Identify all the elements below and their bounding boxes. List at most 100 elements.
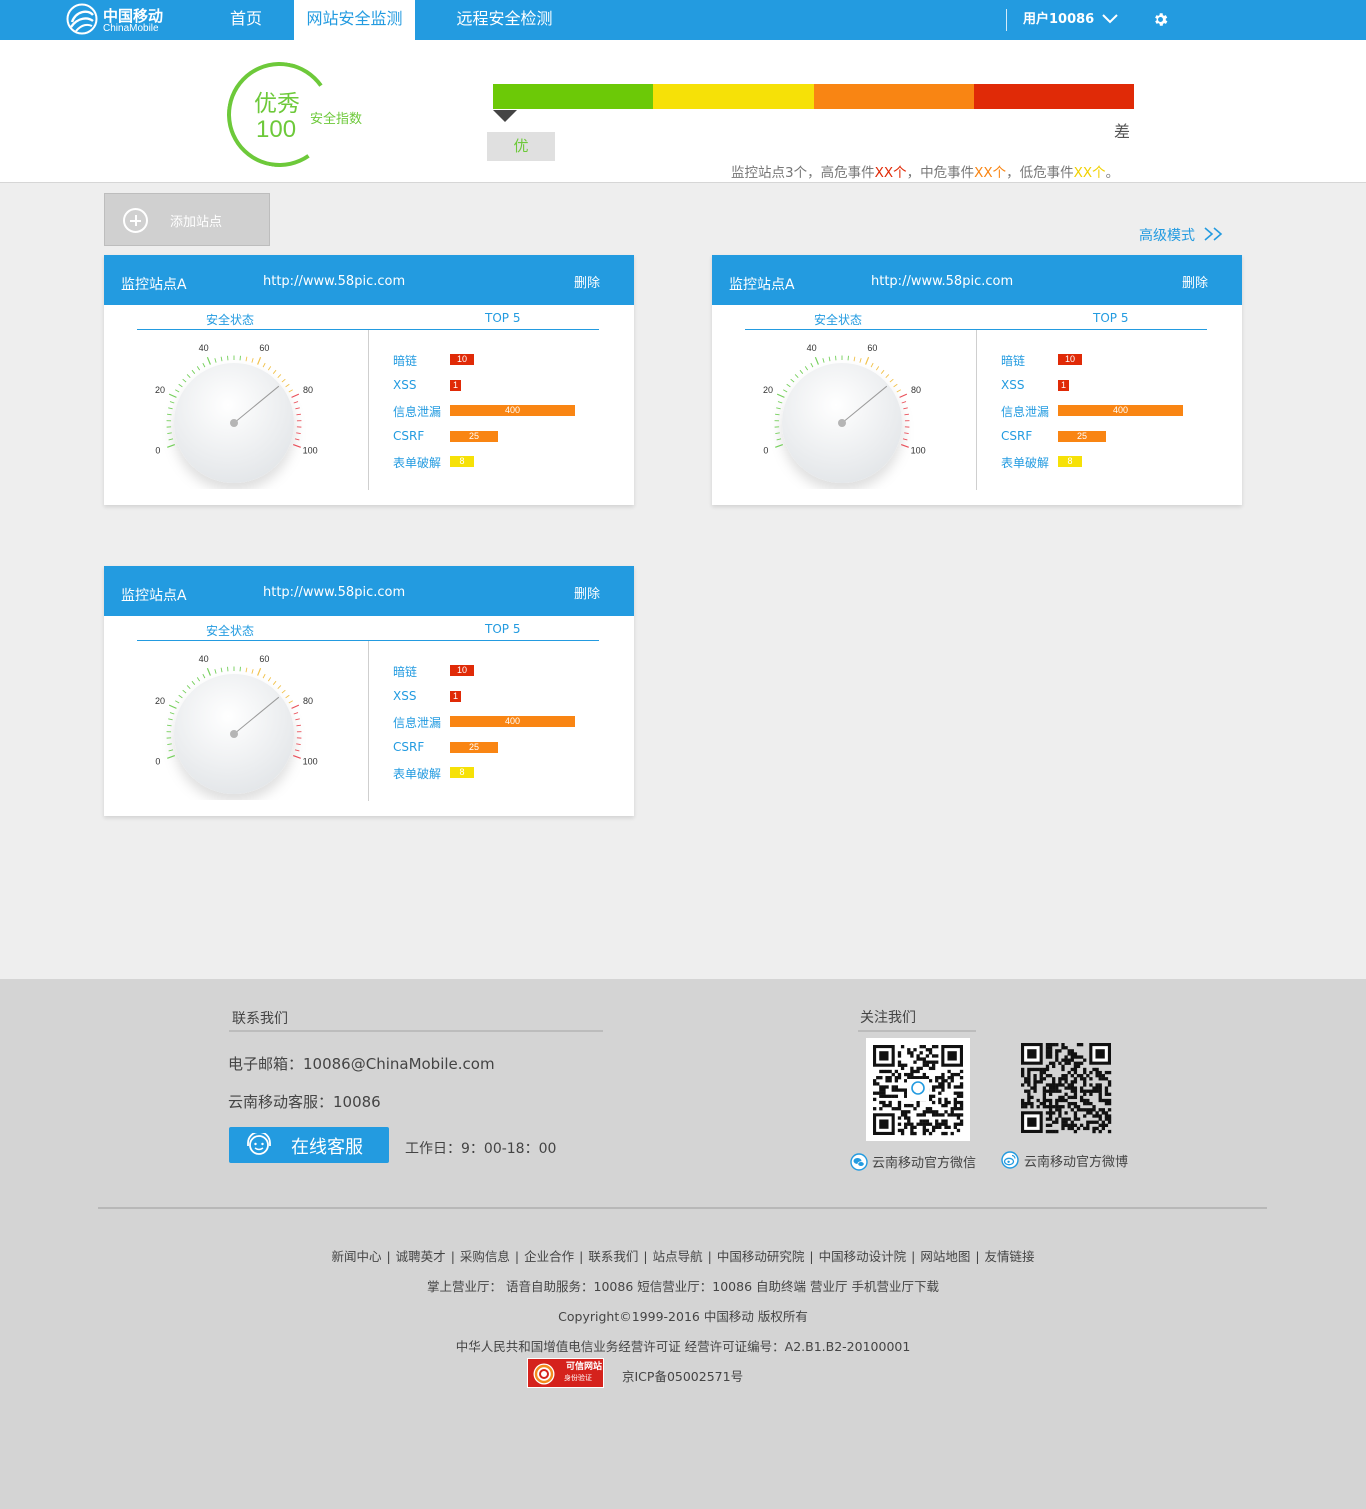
footer-link[interactable]: 网站地图 — [920, 1249, 970, 1264]
gauge-tick — [775, 413, 780, 416]
gauge-tick — [206, 356, 211, 365]
footer-link[interactable]: 联系我们 — [588, 1249, 638, 1264]
vuln-name: 暗链 — [393, 354, 418, 368]
double-chevron-right-icon[interactable] — [1203, 226, 1225, 242]
weibo-icon — [1001, 1151, 1019, 1169]
gauge-tick — [900, 443, 909, 448]
link-separator: | — [975, 1249, 980, 1264]
online-service-button[interactable]: 在线客服 — [229, 1127, 389, 1163]
plus-circle-icon — [123, 208, 148, 233]
gauge-tick — [786, 383, 791, 388]
gauge-tick — [175, 700, 180, 704]
gauge-tick-label: 20 — [155, 385, 165, 395]
nav-home[interactable]: 首页 — [218, 0, 274, 40]
gauge-tick — [853, 356, 856, 362]
china-mobile-logo[interactable]: 中国移动 ChinaMobile — [66, 3, 176, 37]
footer-link[interactable]: 企业合作 — [524, 1249, 574, 1264]
vuln-name: 暗链 — [393, 665, 418, 679]
user-name[interactable]: 用户10086 — [1023, 0, 1094, 40]
service-hours: 工作日：9：00-18：00 — [405, 1141, 557, 1157]
gauge-tick — [295, 718, 300, 721]
footer-link[interactable]: 新闻中心 — [331, 1249, 381, 1264]
gauge-tick-label: 0 — [155, 757, 160, 767]
contact-divider — [229, 1030, 603, 1032]
nav-website-monitor[interactable]: 网站安全监测 — [294, 0, 415, 40]
vuln-count-bar: 400 — [450, 405, 575, 416]
gauge-tick — [896, 389, 901, 393]
gauge-tick — [281, 378, 286, 383]
gauge-tick-label: 60 — [259, 343, 269, 353]
gauge-tick — [202, 673, 206, 679]
customer-service-icon — [247, 1133, 271, 1155]
gauge-tick — [814, 356, 819, 365]
gauge-tick — [296, 432, 301, 435]
nav-divider — [1006, 9, 1007, 31]
vuln-name: 表单破解 — [393, 456, 442, 470]
gauge-tick — [281, 689, 286, 694]
vuln-name: 表单破解 — [393, 767, 442, 781]
level-pointer-icon — [493, 110, 517, 122]
footer-link[interactable]: 站点导航 — [653, 1249, 703, 1264]
wechat-label[interactable]: 云南移动官方微信 — [872, 1152, 976, 1171]
site-card-header: 监控站点A http://www.58pic.com 删除 — [712, 255, 1242, 305]
site-url[interactable]: http://www.58pic.com — [263, 274, 405, 289]
vuln-count-bar: 8 — [1058, 456, 1082, 467]
delete-site-button[interactable]: 删除 — [574, 583, 600, 602]
vuln-count-bar: 1 — [450, 379, 461, 391]
gauge-tick — [277, 685, 282, 689]
gauge-tick — [904, 432, 909, 435]
vuln-count-bar: 1 — [450, 690, 461, 702]
score-grade: 优秀 — [254, 91, 300, 117]
chevron-down-icon[interactable] — [1101, 12, 1119, 26]
footer-link[interactable]: 友情链接 — [985, 1249, 1035, 1264]
gauge-tick — [251, 358, 254, 363]
weibo-label[interactable]: 云南移动官方微博 — [1024, 1151, 1128, 1170]
nav-remote-scan[interactable]: 远程安全检测 — [443, 0, 566, 40]
gauge-tick-label: 20 — [763, 385, 773, 395]
gauge-tick-label: 100 — [911, 446, 926, 456]
gauge-tick-label: 40 — [199, 654, 209, 664]
gauge-tick — [267, 366, 272, 371]
gauge-tick-label: 60 — [867, 343, 877, 353]
gauge-hub — [230, 730, 238, 738]
icp-record[interactable]: 京ICP备05002571号 — [622, 1366, 743, 1385]
gauge-tick — [196, 677, 201, 682]
gauge-hub — [230, 419, 238, 427]
site-url[interactable]: http://www.58pic.com — [871, 274, 1013, 289]
vuln-name: 表单破解 — [1001, 456, 1050, 470]
gauge-tick — [822, 358, 825, 363]
delete-site-button[interactable]: 删除 — [1182, 272, 1208, 291]
footer-link[interactable]: 中国移动设计院 — [819, 1249, 907, 1264]
gauge-tick — [285, 694, 290, 699]
site-name: 监控站点A — [121, 588, 187, 604]
site-url[interactable]: http://www.58pic.com — [263, 585, 405, 600]
status-title: 安全状态 — [814, 313, 863, 327]
gauge-tick — [901, 401, 907, 404]
add-site-button[interactable]: 添加站点 — [104, 193, 270, 246]
badge-subtitle: 身份验证 — [564, 1374, 592, 1382]
vuln-name: XSS — [1001, 377, 1025, 392]
footer-links: 新闻中心 | 诚聘英才 | 采购信息 | 企业合作 | 联系我们 | 站点导航 | 中国移动研究院 | 中国… — [0, 1246, 1366, 1265]
gauge-tick — [182, 378, 187, 383]
gauge-tick — [186, 374, 191, 378]
gauge-tick — [293, 401, 299, 404]
footer-link[interactable]: 诚聘英才 — [396, 1249, 446, 1264]
link-separator: | — [579, 1249, 584, 1264]
advanced-mode-link[interactable]: 高级模式 — [1139, 225, 1195, 245]
section-divider — [368, 330, 369, 490]
follow-title: 关注我们 — [860, 1010, 916, 1026]
footer-link[interactable]: 采购信息 — [460, 1249, 510, 1264]
follow-divider — [858, 1030, 976, 1032]
gear-icon[interactable] — [1152, 11, 1169, 28]
gauge-tick — [296, 413, 301, 416]
trusted-site-badge[interactable]: 可信网站 身份验证 — [527, 1358, 604, 1388]
gauge-tick — [168, 438, 174, 441]
gauge-tick — [169, 712, 175, 715]
footer-link[interactable]: 中国移动研究院 — [717, 1249, 805, 1264]
delete-site-button[interactable]: 删除 — [574, 272, 600, 291]
gauge-tick — [168, 718, 173, 721]
site-card: 监控站点A http://www.58pic.com 删除 安全状态 TOP 5… — [712, 255, 1242, 505]
gauge-tick — [291, 704, 300, 709]
vuln-name: XSS — [393, 688, 417, 703]
vuln-name: XSS — [393, 377, 417, 392]
